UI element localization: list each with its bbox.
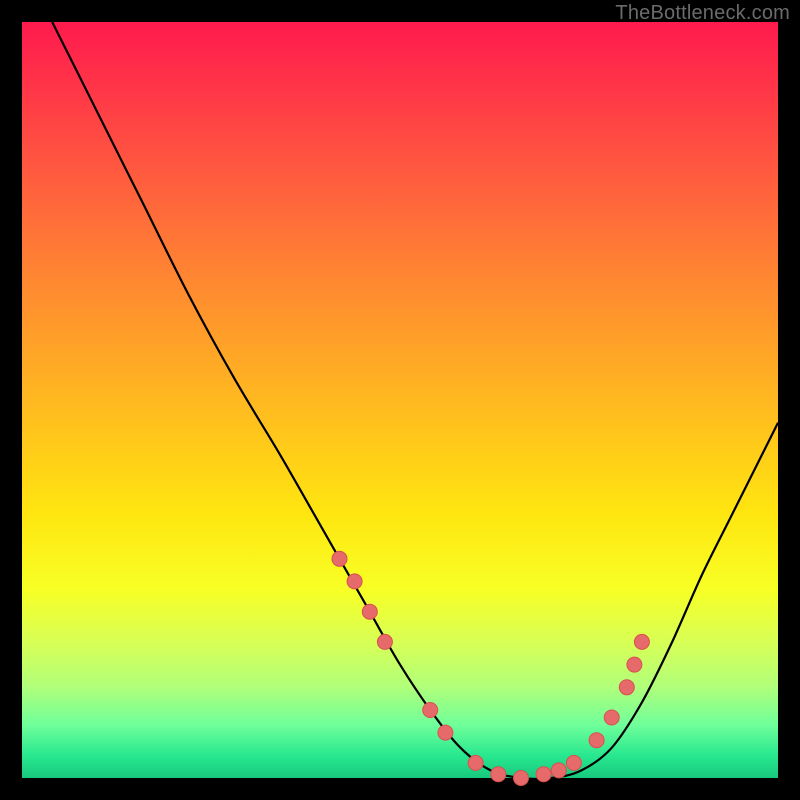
- marker-group: [332, 551, 649, 785]
- curve-marker: [423, 703, 438, 718]
- curve-marker: [604, 710, 619, 725]
- curve-marker: [514, 771, 529, 786]
- curve-marker: [627, 657, 642, 672]
- chart-svg: [22, 22, 778, 778]
- curve-marker: [362, 604, 377, 619]
- curve-marker: [551, 763, 566, 778]
- curve-marker: [566, 755, 581, 770]
- watermark-text: TheBottleneck.com: [615, 2, 790, 25]
- curve-marker: [438, 725, 453, 740]
- curve-marker: [491, 767, 506, 782]
- bottleneck-curve: [52, 22, 778, 779]
- curve-marker: [332, 551, 347, 566]
- curve-marker: [347, 574, 362, 589]
- curve-marker: [468, 755, 483, 770]
- plot-area: [22, 22, 778, 778]
- chart-frame: TheBottleneck.com: [0, 0, 800, 800]
- curve-marker: [377, 634, 392, 649]
- curve-marker: [589, 733, 604, 748]
- curve-marker: [634, 634, 649, 649]
- curve-marker: [536, 767, 551, 782]
- curve-marker: [619, 680, 634, 695]
